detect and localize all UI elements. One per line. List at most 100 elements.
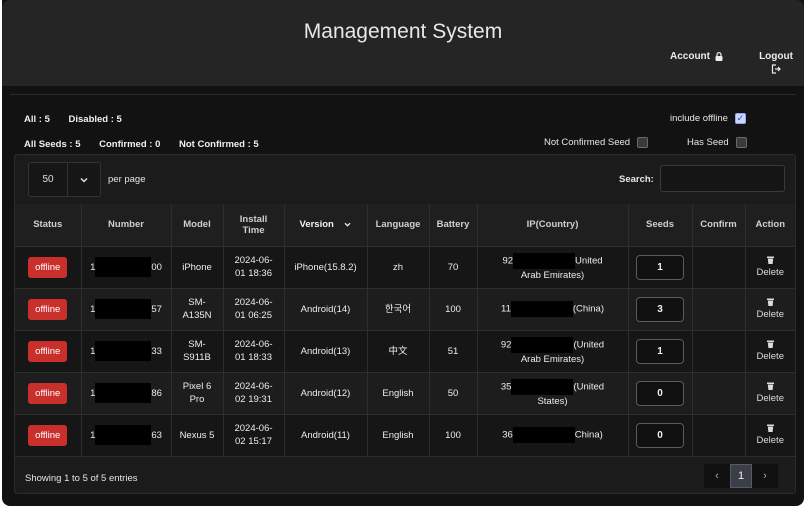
seeds-input[interactable]	[636, 254, 684, 280]
number-suffix: 00	[151, 261, 162, 273]
model-cell: SM-A135N	[170, 287, 224, 331]
stat-not-confirmed: Not Confirmed : 5	[179, 139, 259, 150]
logout-link[interactable]: Logout	[756, 51, 796, 74]
table-header-row: Status Number Model Install Time Version…	[15, 204, 795, 247]
status-badge[interactable]: offline	[28, 256, 68, 278]
ip-prefix: 35	[500, 381, 512, 393]
seeds-input[interactable]	[636, 380, 684, 406]
sort-chevron-icon	[344, 219, 351, 230]
col-model[interactable]: Model	[170, 204, 224, 247]
seeds-cell	[627, 245, 693, 289]
col-seeds[interactable]: Seeds	[627, 204, 693, 247]
table-row: offline 1 57 SM-A135N 2024-06-01 06:25 A…	[15, 287, 795, 331]
number-suffix: 33	[151, 345, 162, 357]
country: (China)	[572, 303, 605, 315]
col-ip-country[interactable]: IP(Country)	[476, 204, 629, 247]
status-badge[interactable]: offline	[28, 382, 68, 404]
ip-country-cell: 92 (United Arab Emirates)	[476, 329, 629, 373]
prev-page-button[interactable]: ‹	[704, 464, 730, 488]
seeds-input[interactable]	[636, 338, 684, 364]
app-window: Management System Account Logout All : 5…	[2, 0, 804, 506]
seeds-cell	[627, 371, 693, 415]
number-suffix: 86	[151, 387, 162, 399]
table-row: offline 1 63 Nexus 5 2024-06-02 15:17 An…	[15, 413, 795, 457]
account-link[interactable]: Account	[670, 51, 723, 62]
not-confirmed-seed-label: Not Confirmed Seed	[544, 137, 631, 148]
status-cell: offline	[15, 245, 82, 289]
delete-button[interactable]: Delete	[757, 382, 784, 405]
include-offline-checkbox[interactable]	[734, 113, 746, 124]
status-badge[interactable]: offline	[28, 340, 68, 362]
language-cell: zh	[366, 245, 430, 289]
delete-button[interactable]: Delete	[757, 340, 784, 363]
has-seed-checkbox[interactable]	[735, 137, 747, 148]
model-cell: SM-S911B	[170, 329, 224, 373]
col-number[interactable]: Number	[80, 204, 172, 247]
ip-prefix: 11	[500, 303, 511, 315]
redacted-number	[95, 299, 152, 319]
table-info: Showing 1 to 5 of 5 entries	[25, 473, 138, 484]
ip-prefix: 36	[502, 429, 513, 441]
lock-icon	[715, 52, 723, 61]
redacted-number	[95, 383, 152, 403]
language-cell: 中文	[366, 329, 430, 373]
seeds-cell	[627, 329, 693, 373]
number-cell: 1 57	[80, 287, 172, 331]
status-cell: offline	[15, 287, 82, 331]
col-confirm[interactable]: Confirm	[691, 204, 746, 247]
search-label: Search:	[619, 174, 654, 185]
delete-label: Delete	[756, 435, 784, 446]
next-page-button[interactable]: ›	[752, 464, 778, 488]
version-cell: Android(13)	[283, 329, 368, 373]
redacted-number	[95, 257, 152, 277]
redacted-ip	[511, 378, 574, 395]
trash-icon	[766, 256, 774, 264]
device-stats: All : 5 Disabled : 5	[24, 114, 138, 125]
install-time-cell: 2024-06-01 06:25	[222, 287, 285, 331]
battery-cell: 70	[428, 245, 478, 289]
delete-button[interactable]: Delete	[757, 256, 784, 279]
number-cell: 1 33	[80, 329, 172, 373]
page-button-1[interactable]: 1	[730, 464, 752, 488]
header: Management System Account Logout	[2, 0, 804, 86]
col-battery[interactable]: Battery	[428, 204, 478, 247]
logout-icon	[771, 64, 781, 74]
number-cell: 1 00	[80, 245, 172, 289]
per-page-select[interactable]: 50	[28, 162, 101, 197]
status-badge[interactable]: offline	[28, 424, 68, 446]
ip-prefix: 92	[502, 255, 514, 267]
seeds-input[interactable]	[636, 296, 684, 322]
ip-country-cell: 92 United Arab Emirates)	[476, 245, 629, 289]
redacted-number	[95, 341, 152, 361]
model-cell: Pixel 6 Pro	[170, 371, 224, 415]
include-offline-filter[interactable]: include offline	[670, 113, 746, 124]
battery-cell: 51	[428, 329, 478, 373]
col-language[interactable]: Language	[366, 204, 430, 247]
confirm-cell	[691, 413, 746, 457]
col-version[interactable]: Version	[283, 204, 368, 247]
account-label: Account	[670, 51, 710, 62]
table-row: offline 1 86 Pixel 6 Pro 2024-06-02 19:3…	[15, 371, 795, 415]
stat-all: All : 5	[24, 114, 50, 125]
col-install-time[interactable]: Install Time	[222, 204, 285, 247]
col-action[interactable]: Action	[744, 204, 795, 247]
has-seed-filter[interactable]: Has Seed	[687, 137, 747, 148]
status-badge[interactable]: offline	[28, 298, 68, 320]
ip-country-cell: 36 China)	[476, 413, 629, 457]
search-input[interactable]	[660, 165, 785, 192]
seeds-input[interactable]	[636, 422, 684, 448]
action-cell: Delete	[744, 371, 795, 415]
confirm-cell	[691, 329, 746, 373]
delete-button[interactable]: Delete	[757, 424, 784, 447]
divider	[10, 94, 796, 95]
col-status[interactable]: Status	[15, 204, 82, 247]
not-confirmed-seed-filter[interactable]: Not Confirmed Seed	[544, 137, 649, 148]
ip-prefix: 92	[500, 339, 512, 351]
number-suffix: 57	[151, 303, 162, 315]
confirm-cell	[691, 371, 746, 415]
delete-button[interactable]: Delete	[757, 298, 784, 321]
devices-table-panel: 50 per page Search: Status Number Model …	[14, 154, 796, 494]
pagination: ‹ 1 ›	[704, 464, 778, 488]
number-cell: 1 86	[80, 371, 172, 415]
not-confirmed-seed-checkbox[interactable]	[637, 137, 649, 148]
